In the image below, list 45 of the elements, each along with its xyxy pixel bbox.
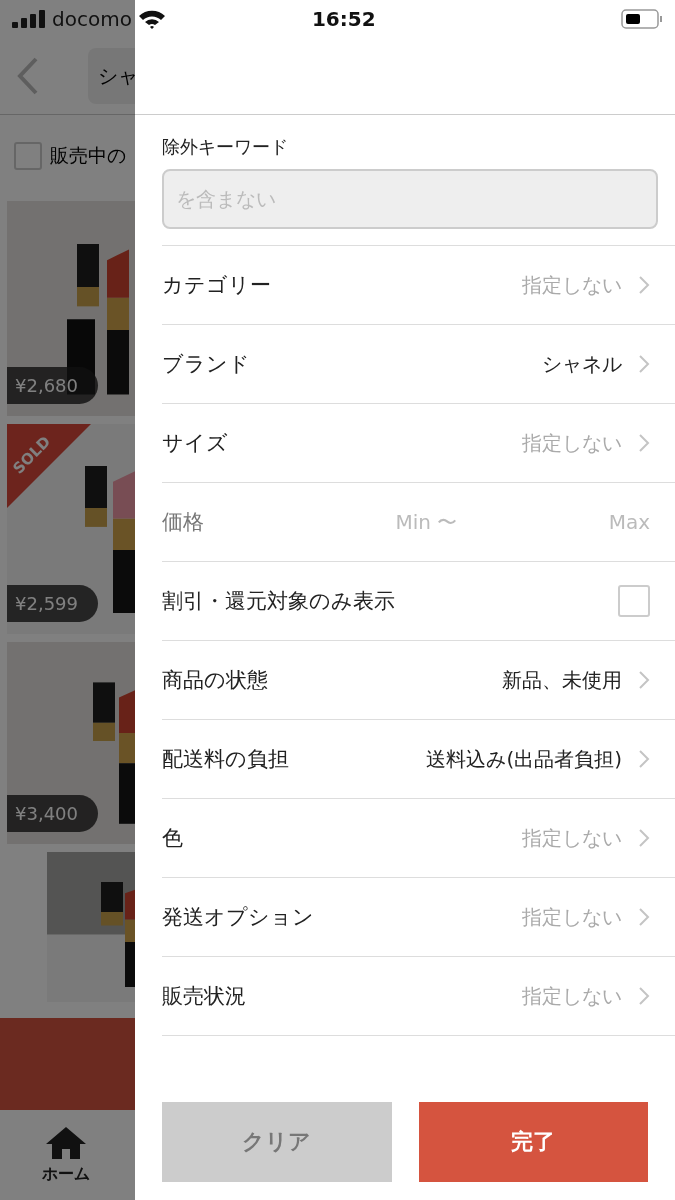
signal-icon (12, 10, 46, 28)
row-label: サイズ (162, 430, 228, 457)
chevron-icon (638, 986, 650, 1006)
row-value[interactable]: 指定しない (522, 824, 622, 852)
carrier-name: docomo (52, 7, 132, 31)
price-tag: ¥2,680 (7, 367, 98, 404)
row-label: 色 (162, 825, 183, 852)
chevron-icon (638, 275, 650, 295)
row-value[interactable]: 指定しない (522, 903, 622, 931)
row-label: カテゴリー (162, 272, 271, 299)
row-label: ブランド (162, 351, 250, 378)
row-value[interactable]: 送料込み(出品者負担) (426, 745, 622, 773)
search-field[interactable]: シャ (88, 48, 135, 104)
row-value[interactable]: 指定しない (522, 982, 622, 1010)
checkbox[interactable] (618, 585, 650, 617)
max-field[interactable]: Max (608, 510, 650, 534)
min-field[interactable]: Min 〜 (355, 508, 458, 536)
wifi-icon (137, 9, 166, 29)
row-label: 商品の状態 (162, 667, 268, 694)
home-tab[interactable]: ホーム (41, 1125, 90, 1185)
chevron-icon (638, 749, 650, 769)
chevron-icon (638, 670, 650, 690)
row-label: 発送オプション (162, 904, 314, 931)
row-value[interactable]: 新品、未使用 (502, 666, 622, 694)
row-label: 割引・還元対象のみ表示 (162, 588, 395, 615)
battery-icon (621, 9, 663, 29)
chevron-icon (638, 354, 650, 374)
chevron-icon (638, 433, 650, 453)
row-label: 配送料の負担 (162, 746, 289, 773)
back-icon[interactable] (16, 56, 40, 96)
checkbox[interactable] (14, 142, 42, 170)
row-label: 価格 (162, 509, 204, 536)
row-value[interactable]: シャネル (542, 350, 622, 378)
field-label: 除外キーワード (162, 135, 289, 159)
clear-button[interactable]: クリア (162, 1102, 392, 1182)
row-value[interactable]: 指定しない (522, 271, 622, 299)
chevron-icon (638, 828, 650, 848)
done-button[interactable]: 完了 (418, 1102, 648, 1182)
row-label: 販売状況 (162, 983, 246, 1010)
chevron-icon (638, 907, 650, 927)
checkbox-label: 販売中の (50, 143, 126, 168)
row-value[interactable]: 指定しない (522, 429, 622, 457)
price-tag: ¥3,400 (7, 795, 98, 832)
price-tag: ¥2,599 (7, 585, 98, 622)
clock: 16:52 (311, 7, 376, 31)
